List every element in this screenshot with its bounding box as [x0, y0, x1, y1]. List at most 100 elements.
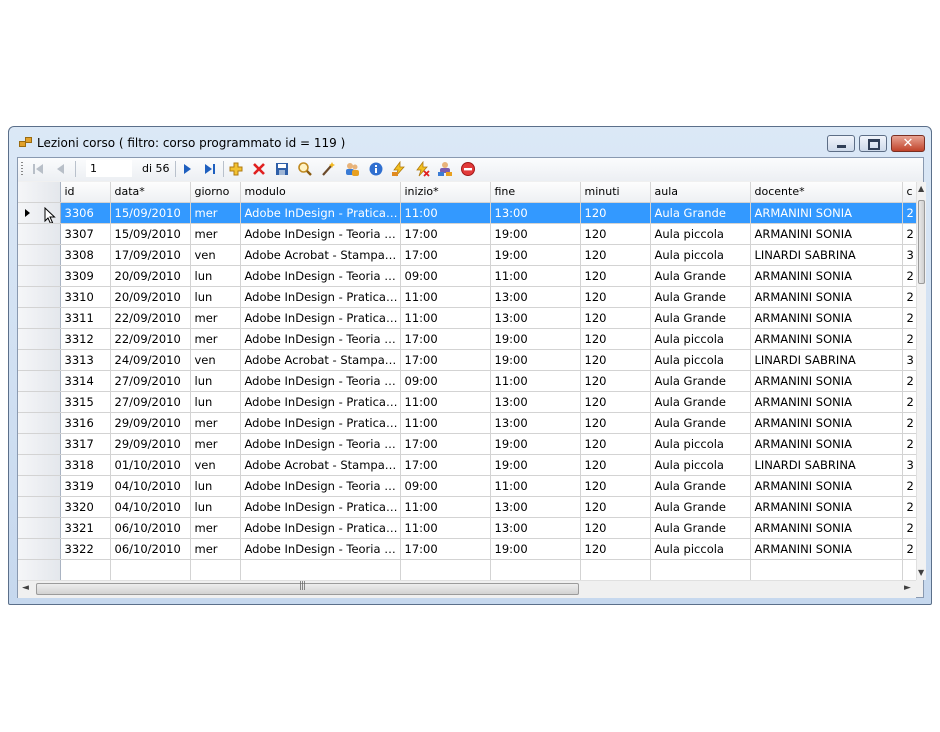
grid-cell[interactable]: Adobe InDesign - Pratica 14/...	[240, 391, 401, 413]
grid-cell[interactable]: 120	[580, 517, 651, 539]
table-row[interactable]: 3314 27/09/2010 lun Adobe InDesign - Teoria…	[18, 370, 916, 392]
grid-cell[interactable]: mer	[190, 328, 241, 350]
grid-cell[interactable]: Adobe InDesign - Teoria 14/0...	[240, 223, 401, 245]
table-row[interactable]: 3308 17/09/2010 ven Adobe Acrobat - Stampa …	[18, 244, 916, 266]
grid-cell[interactable]: 24/09/2010	[110, 349, 191, 371]
grid-cell[interactable]: 17:00	[400, 454, 491, 476]
grid-cell[interactable]: Aula Grande	[650, 475, 751, 497]
grid-cell[interactable]: mer	[190, 412, 241, 434]
grid-cell[interactable]: 27/09/2010	[110, 391, 191, 413]
grid-cell[interactable]: 06/10/2010	[110, 517, 191, 539]
grid-cell[interactable]: 3314	[60, 370, 111, 392]
grid-cell[interactable]: 17:00	[400, 223, 491, 245]
grid-cell[interactable]: ARMANINI SONIA	[750, 517, 903, 539]
table-row[interactable]: 3311 22/09/2010 mer Adobe InDesign - Pratic…	[18, 307, 916, 329]
grid-cell[interactable]: 3316	[60, 412, 111, 434]
grid-cell[interactable]: 15/09/2010	[110, 202, 191, 224]
grid-cell[interactable]: 2	[902, 475, 916, 497]
grid-cell[interactable]: 120	[580, 538, 651, 560]
grid-cell[interactable]: 3319	[60, 475, 111, 497]
grid-cell[interactable]: Aula piccola	[650, 328, 751, 350]
grid-cell[interactable]: 120	[580, 370, 651, 392]
table-row[interactable]: 3320 04/10/2010 lun Adobe InDesign - Pratic…	[18, 496, 916, 518]
row-header[interactable]	[18, 454, 61, 476]
grid-cell[interactable]: 17:00	[400, 328, 491, 350]
grid-cell[interactable]: Aula piccola	[650, 538, 751, 560]
table-row[interactable]	[18, 559, 916, 580]
grid-cell[interactable]	[400, 559, 491, 580]
column-header[interactable]: c	[902, 182, 916, 203]
save-icon[interactable]	[274, 161, 290, 177]
column-header[interactable]: modulo	[240, 182, 401, 203]
row-header[interactable]	[18, 538, 61, 560]
row-header[interactable]	[18, 349, 61, 371]
grid-cell[interactable]	[110, 559, 191, 580]
grid-cell[interactable]: 22/09/2010	[110, 307, 191, 329]
grid-cell[interactable]: 19:00	[490, 349, 581, 371]
column-header[interactable]: docente*	[750, 182, 903, 203]
grid-cell[interactable]: 2	[902, 517, 916, 539]
grid-cell[interactable]: Adobe InDesign - Pratica 14/...	[240, 412, 401, 434]
move-next-icon[interactable]	[179, 161, 195, 177]
grid-cell[interactable]: Adobe InDesign - Teoria 14/0...	[240, 433, 401, 455]
grid-cell[interactable]: ARMANINI SONIA	[750, 265, 903, 287]
table-row[interactable]: 3307 15/09/2010 mer Adobe InDesign - Teoria…	[18, 223, 916, 245]
grid-cell[interactable]: 13:00	[490, 286, 581, 308]
row-header[interactable]	[18, 391, 61, 413]
grid-cell[interactable]: 3	[902, 454, 916, 476]
move-previous-icon[interactable]	[53, 161, 69, 177]
grid-cell[interactable]: Aula piccola	[650, 244, 751, 266]
grid-cell[interactable]: 20/09/2010	[110, 265, 191, 287]
grid-cell[interactable]: 13:00	[490, 517, 581, 539]
grid-cell[interactable]: Adobe Acrobat - Stampa 14/...	[240, 244, 401, 266]
grid-cell[interactable]: 3309	[60, 265, 111, 287]
grid-cell[interactable]: 29/09/2010	[110, 412, 191, 434]
table-row[interactable]: 3322 06/10/2010 mer Adobe InDesign - Teoria…	[18, 538, 916, 560]
table-row[interactable]: 3318 01/10/2010 ven Adobe Acrobat - Stampa …	[18, 454, 916, 476]
grid-cell[interactable]: LINARDI SABRINA	[750, 349, 903, 371]
column-header[interactable]: minuti	[580, 182, 651, 203]
maximize-button[interactable]	[859, 135, 887, 152]
row-header[interactable]	[18, 496, 61, 518]
grid-cell[interactable]: ARMANINI SONIA	[750, 538, 903, 560]
grid-cell[interactable]: Aula Grande	[650, 286, 751, 308]
grid-cell[interactable]: ARMANINI SONIA	[750, 475, 903, 497]
grid-cell[interactable]: 120	[580, 286, 651, 308]
row-header[interactable]	[18, 265, 61, 287]
grid-cell[interactable]: 11:00	[400, 307, 491, 329]
grid-cell[interactable]: ARMANINI SONIA	[750, 307, 903, 329]
grid-cell[interactable]: 120	[580, 391, 651, 413]
scroll-right-icon[interactable]: ►	[904, 583, 911, 593]
lessons-data-grid[interactable]: id data* giorno modulo inizio* fine minu…	[18, 182, 916, 580]
grid-cell[interactable]: 19:00	[490, 433, 581, 455]
grid-cell[interactable]: 11:00	[400, 496, 491, 518]
horizontal-scroll-thumb[interactable]	[36, 581, 579, 595]
grid-cell[interactable]: 3	[902, 244, 916, 266]
move-first-icon[interactable]	[30, 161, 46, 177]
table-row[interactable]: 3310 20/09/2010 lun Adobe InDesign - Pratic…	[18, 286, 916, 308]
column-header[interactable]: data*	[110, 182, 191, 203]
grid-cell[interactable]: Aula Grande	[650, 496, 751, 518]
add-new-icon[interactable]	[228, 161, 244, 177]
grid-cell[interactable]: 17:00	[400, 538, 491, 560]
table-row[interactable]: 3319 04/10/2010 lun Adobe InDesign - Teoria…	[18, 475, 916, 497]
grid-cell[interactable]: 22/09/2010	[110, 328, 191, 350]
grid-cell[interactable]: mer	[190, 517, 241, 539]
row-header[interactable]	[18, 475, 61, 497]
grid-cell[interactable]: 120	[580, 496, 651, 518]
grid-cell[interactable]	[580, 559, 651, 580]
grid-cell[interactable]	[190, 559, 241, 580]
grid-cell[interactable]: 3	[902, 349, 916, 371]
grid-cell[interactable]: 3321	[60, 517, 111, 539]
grid-cell[interactable]: 15/09/2010	[110, 223, 191, 245]
grid-cell[interactable]: Adobe InDesign - Teoria 14/0...	[240, 538, 401, 560]
grid-cell[interactable]: 19:00	[490, 244, 581, 266]
grid-cell[interactable]: 120	[580, 307, 651, 329]
grid-cell[interactable]	[902, 559, 916, 580]
table-row[interactable]: 3313 24/09/2010 ven Adobe Acrobat - Stampa …	[18, 349, 916, 371]
grid-cell[interactable]: 19:00	[490, 223, 581, 245]
grid-cell[interactable]: Adobe InDesign - Teoria 14/0...	[240, 370, 401, 392]
grid-cell[interactable]	[650, 559, 751, 580]
grid-cell[interactable]: 3312	[60, 328, 111, 350]
users-icon[interactable]	[344, 161, 360, 177]
